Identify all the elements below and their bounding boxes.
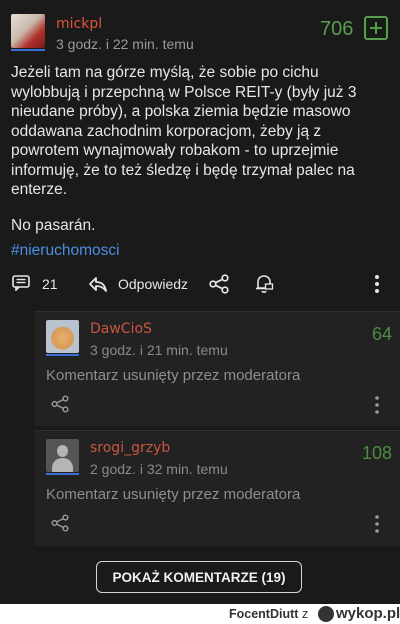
screen: mickpl 3 godz. i 22 min. temu 706 Jeżeli… bbox=[0, 0, 400, 604]
reply-icon[interactable] bbox=[88, 274, 108, 294]
divider bbox=[34, 311, 400, 312]
comment-avatar[interactable] bbox=[46, 320, 79, 353]
post-author[interactable]: mickpl bbox=[56, 16, 102, 32]
default-avatar-body bbox=[52, 458, 73, 472]
post-timestamp: 3 godz. i 22 min. temu bbox=[56, 36, 194, 52]
watermark-username: FocentDiutt bbox=[229, 607, 299, 621]
post-score: 706 bbox=[320, 18, 354, 40]
show-more-comments-button[interactable]: POKAŻ KOMENTARZE (19) bbox=[96, 561, 302, 593]
comment-card: srogi_grzyb 2 godz. i 32 min. temu 108 K… bbox=[34, 430, 400, 546]
watermark-footer: FocentDiutt z wykop.pl bbox=[0, 604, 400, 624]
comment-timestamp: 3 godz. i 21 min. temu bbox=[90, 342, 228, 358]
wykop-logo-icon bbox=[318, 606, 334, 622]
more-icon[interactable] bbox=[370, 513, 384, 535]
post-body: Jeżeli tam na górze myślą, że sobie po c… bbox=[11, 63, 389, 251]
comment-text: Komentarz usunięty przez moderatora bbox=[46, 486, 301, 503]
comment-author[interactable]: DawCioS bbox=[90, 321, 152, 337]
comment-icon[interactable] bbox=[12, 275, 30, 291]
share-icon[interactable] bbox=[50, 394, 70, 414]
share-icon[interactable] bbox=[208, 273, 230, 295]
avatar-badge-line bbox=[46, 473, 79, 475]
comment-avatar[interactable] bbox=[46, 439, 79, 472]
comment-text: Komentarz usunięty przez moderatora bbox=[46, 367, 301, 384]
avatar-badge-line bbox=[11, 49, 45, 51]
share-icon[interactable] bbox=[50, 513, 70, 533]
reply-button[interactable]: Odpowiedz bbox=[118, 276, 188, 292]
comment-score: 108 bbox=[362, 443, 393, 463]
post-paragraph: No pasarán. bbox=[11, 216, 96, 234]
post-action-bar: 21 Odpowiedz bbox=[0, 270, 400, 298]
default-avatar-head bbox=[57, 445, 68, 457]
comment-timestamp: 2 godz. i 32 min. temu bbox=[90, 461, 228, 477]
plus-icon[interactable] bbox=[364, 16, 388, 40]
bell-icon[interactable] bbox=[253, 273, 275, 295]
watermark-brand: wykop.pl bbox=[336, 605, 400, 622]
more-icon[interactable] bbox=[368, 273, 386, 295]
comment-card: DawCioS 3 godz. i 21 min. temu 64 Koment… bbox=[34, 311, 400, 426]
author-avatar[interactable] bbox=[11, 14, 45, 48]
post-paragraph: Jeżeli tam na górze myślą, że sobie po c… bbox=[11, 64, 357, 198]
watermark-separator: z bbox=[302, 607, 309, 621]
comment-score: 64 bbox=[372, 324, 393, 344]
comment-author[interactable]: srogi_grzyb bbox=[90, 440, 170, 456]
divider bbox=[34, 430, 400, 431]
avatar-badge-line bbox=[46, 354, 79, 356]
post-hashtag[interactable]: #nieruchomosci bbox=[11, 242, 120, 260]
comment-count[interactable]: 21 bbox=[42, 276, 58, 292]
more-icon[interactable] bbox=[370, 394, 384, 416]
